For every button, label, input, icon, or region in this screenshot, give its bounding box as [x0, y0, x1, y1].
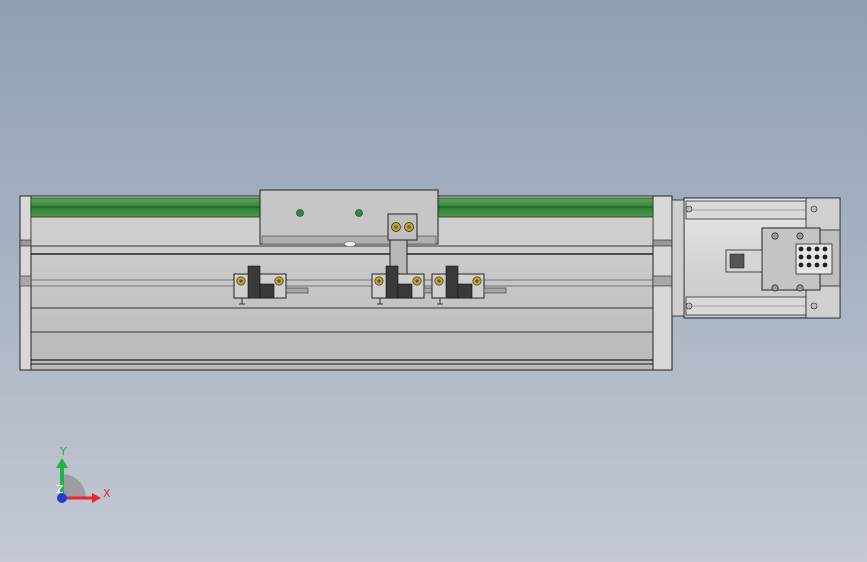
right-slot	[652, 275, 673, 287]
carriage-green-dot	[296, 209, 304, 217]
connector-pin	[806, 262, 812, 268]
connector-pin	[814, 262, 820, 268]
y-axis-label: Y	[59, 445, 67, 458]
servo-motor	[671, 197, 841, 319]
right-slot	[652, 239, 673, 247]
connector-pin	[798, 246, 804, 252]
axis-triad: Y X Z	[56, 445, 111, 503]
left-slot	[19, 239, 32, 247]
connector-pin	[806, 246, 812, 252]
connector-pin	[798, 254, 804, 260]
x-axis-label: X	[103, 487, 111, 500]
connector-pin	[806, 254, 812, 260]
connector-pin	[814, 246, 820, 252]
linear-actuator-drawing: Y X Z	[19, 189, 841, 503]
cad-viewport[interactable]: Y X Z	[0, 0, 867, 562]
left-slot	[19, 275, 32, 287]
connector-pin	[822, 246, 828, 252]
connector-pin	[798, 262, 804, 268]
connector-pin	[822, 262, 828, 268]
carriage-green-dot	[355, 209, 363, 217]
connector-pin	[814, 254, 820, 260]
x-axis-arrowhead	[92, 493, 101, 503]
connector-pin	[822, 254, 828, 260]
y-axis-arrowhead	[56, 458, 68, 468]
z-axis-label: Z	[56, 483, 64, 496]
